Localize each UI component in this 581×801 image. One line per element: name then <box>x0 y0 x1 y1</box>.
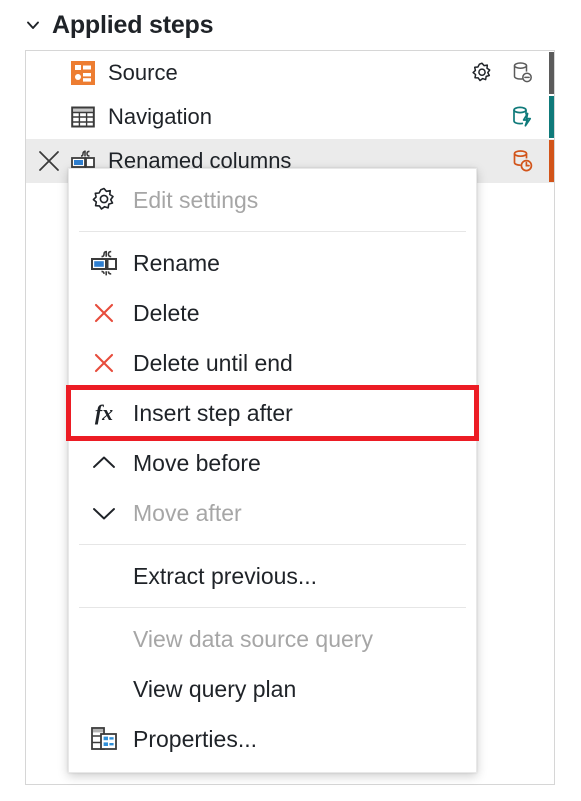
chevron-down-icon[interactable] <box>24 16 42 34</box>
menu-item-edit-settings[interactable]: Edit settings <box>69 175 476 225</box>
applied-step-row[interactable]: Source <box>26 51 554 95</box>
menu-item-label: View query plan <box>133 675 297 702</box>
no-icon-spacer <box>85 670 123 708</box>
menu-item-label: Insert step after <box>133 399 293 426</box>
fold-status-bar <box>549 140 554 182</box>
menu-item-label: View data source query <box>133 625 373 652</box>
menu-item-label: Move after <box>133 499 242 526</box>
menu-item-label: Delete <box>133 299 200 326</box>
menu-item-extract-previous[interactable]: Extract previous... <box>69 551 476 601</box>
database-lightning-icon[interactable] <box>507 102 537 132</box>
gear-icon[interactable] <box>467 58 497 88</box>
delete-x-icon <box>85 344 123 382</box>
delete-x-icon <box>85 294 123 332</box>
menu-item-insert-step-after[interactable]: fx Insert step after <box>66 385 479 441</box>
menu-item-move-before[interactable]: Move before <box>69 438 476 488</box>
no-icon-spacer <box>85 557 123 595</box>
no-icon-spacer <box>85 620 123 658</box>
menu-item-delete-until-end[interactable]: Delete until end <box>69 338 476 388</box>
menu-separator <box>79 607 466 608</box>
applied-step-label: Navigation <box>108 104 212 129</box>
menu-item-label: Edit settings <box>133 186 259 213</box>
properties-icon <box>85 720 123 758</box>
applied-step-actions <box>467 52 554 94</box>
menu-item-label: Extract previous... <box>133 562 318 589</box>
page-title: Applied steps <box>52 10 214 39</box>
step-context-menu: Edit settings Rename Delete Delete until… <box>66 168 479 773</box>
menu-item-move-after[interactable]: Move after <box>69 488 476 538</box>
applied-step-actions <box>467 96 554 138</box>
database-minus-icon[interactable] <box>507 58 537 88</box>
menu-separator <box>79 544 466 545</box>
menu-item-view-query-plan[interactable]: View query plan <box>69 664 476 714</box>
gear-icon-placeholder <box>467 102 497 132</box>
chevron-down-icon <box>85 494 123 532</box>
chevron-up-icon <box>85 444 123 482</box>
close-x-icon[interactable] <box>32 144 66 178</box>
menu-item-properties[interactable]: Properties... <box>69 714 476 764</box>
menu-separator <box>79 231 466 232</box>
menu-item-rename[interactable]: Rename <box>69 238 476 288</box>
fold-status-bar <box>549 52 554 94</box>
menu-item-label: Delete until end <box>133 349 293 376</box>
applied-step-row[interactable]: Navigation <box>26 95 554 139</box>
source-step-icon <box>68 58 98 88</box>
menu-item-delete[interactable]: Delete <box>69 288 476 338</box>
applied-steps-header[interactable]: Applied steps <box>24 5 214 45</box>
database-clock-icon[interactable] <box>507 146 537 176</box>
applied-step-actions <box>467 140 554 182</box>
rename-icon <box>85 244 123 282</box>
menu-item-label: Properties... <box>133 725 257 752</box>
menu-item-label: Move before <box>133 449 261 476</box>
applied-step-label: Source <box>108 60 178 85</box>
menu-item-label: Rename <box>133 249 220 276</box>
gear-icon <box>85 181 123 219</box>
menu-item-view-data-source-query[interactable]: View data source query <box>69 614 476 664</box>
table-step-icon <box>68 102 98 132</box>
fold-status-bar <box>549 96 554 138</box>
fx-icon: fx <box>85 394 123 432</box>
svg-text:fx: fx <box>95 400 113 425</box>
